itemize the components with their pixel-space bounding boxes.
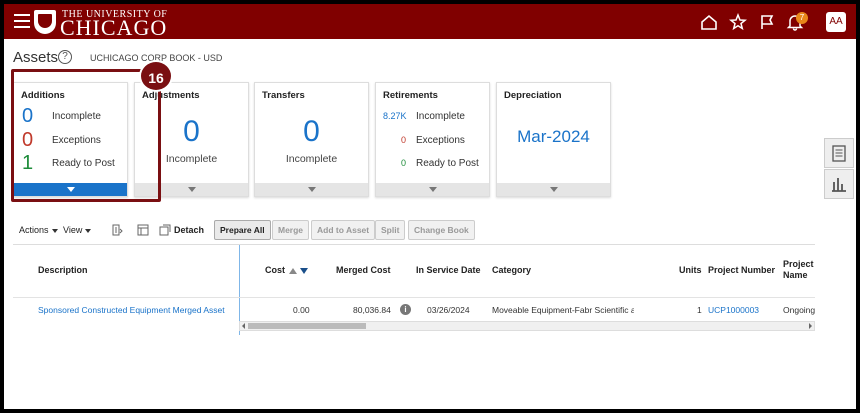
column-header-cost-label: Cost [265, 265, 285, 275]
asset-cost: 0.00 [293, 305, 310, 315]
asset-units: 1 [697, 305, 702, 315]
asset-description-link[interactable]: Sponsored Constructed Equipment Merged A… [38, 305, 225, 315]
asset-merged-cost: 80,036.84 [353, 305, 391, 315]
column-header-project-name[interactable]: Project Name [783, 259, 814, 281]
home-icon[interactable] [700, 13, 718, 31]
column-header-description[interactable]: Description [38, 265, 88, 275]
sort-arrows-icon[interactable] [288, 267, 310, 275]
column-header-category[interactable]: Category [492, 265, 531, 275]
add-to-asset-button[interactable]: Add to Asset [311, 220, 376, 240]
prepare-all-button[interactable]: Prepare All [214, 220, 271, 240]
retirements-ready-count: 0 [401, 158, 407, 168]
change-book-button[interactable]: Change Book [408, 220, 475, 240]
transfers-incomplete-count[interactable]: 0 [255, 115, 368, 149]
scrollbar-thumb[interactable] [248, 323, 366, 329]
document-icon [832, 145, 846, 162]
depreciation-card-title: Depreciation [504, 90, 562, 101]
caret-down-icon [85, 228, 92, 233]
depreciation-period[interactable]: Mar-2024 [497, 127, 610, 147]
export-icon[interactable] [111, 224, 123, 236]
depreciation-card-expand[interactable] [497, 183, 610, 196]
column-header-in-service-date[interactable]: In Service Date [416, 265, 481, 275]
transfers-card[interactable]: Transfers 0 Incomplete [254, 82, 369, 197]
side-panel-analytics-button[interactable] [824, 169, 854, 199]
view-menu-label: View [63, 225, 83, 235]
column-header-units[interactable]: Units [679, 265, 702, 275]
column-header-cost[interactable]: Cost [265, 265, 310, 275]
retirements-incomplete-label: Incomplete [416, 111, 465, 122]
menu-icon[interactable] [14, 14, 30, 28]
merge-button[interactable]: Merge [272, 220, 310, 240]
university-shield-logo [34, 10, 56, 34]
retirements-card-title: Retirements [383, 90, 438, 101]
info-icon[interactable]: i [400, 304, 411, 315]
star-icon[interactable] [729, 13, 747, 31]
help-icon[interactable]: ? [58, 50, 72, 64]
side-panel-list-button[interactable] [824, 138, 854, 168]
column-header-project-number[interactable]: Project Number [708, 265, 775, 275]
asset-in-service-date: 03/26/2024 [427, 305, 470, 315]
flag-icon[interactable] [758, 13, 776, 31]
asset-project-number-link[interactable]: UCP1000003 [708, 305, 759, 315]
detach-icon[interactable] [159, 224, 171, 236]
asset-project-name: Ongoing [783, 305, 816, 315]
retirements-exceptions-label: Exceptions [416, 135, 465, 146]
asset-category: Moveable Equipment-Fabr Scientific ar [492, 305, 634, 315]
split-button[interactable]: Split [375, 220, 406, 240]
column-header-merged-cost[interactable]: Merged Cost [336, 265, 391, 275]
step-highlight-box [11, 69, 161, 202]
notification-badge: 7 [796, 12, 808, 24]
caret-down-icon [51, 228, 58, 233]
chevron-down-icon [307, 187, 316, 192]
logo-line-2: CHICAGO [60, 15, 168, 40]
actions-menu[interactable]: Actions [19, 220, 58, 240]
chevron-down-icon [428, 187, 437, 192]
freeze-icon[interactable] [137, 224, 149, 236]
header-divider [13, 297, 815, 298]
retirements-card-expand[interactable] [376, 183, 489, 196]
scroll-left-icon[interactable] [241, 323, 247, 329]
actions-menu-label: Actions [19, 225, 49, 235]
transfers-card-expand[interactable] [255, 183, 368, 196]
view-menu[interactable]: View [63, 220, 92, 240]
transfers-card-title: Transfers [262, 90, 305, 101]
assets-table: Description Cost Merged Cost In Service … [13, 244, 816, 335]
chevron-down-icon [549, 187, 558, 192]
horizontal-scrollbar[interactable] [239, 321, 815, 331]
step-number-badge: 16 [139, 60, 173, 92]
retirements-card[interactable]: Retirements 8.27K Incomplete 0 Exception… [375, 82, 490, 197]
detach-button[interactable]: Detach [174, 220, 204, 240]
transfers-incomplete-label: Incomplete [285, 153, 338, 165]
retirements-ready-label: Ready to Post [416, 158, 479, 169]
page-title: Assets [13, 49, 59, 66]
scroll-right-icon[interactable] [807, 323, 813, 329]
chevron-down-icon [187, 187, 196, 192]
user-avatar[interactable]: AA [826, 12, 846, 32]
retirements-exceptions-count: 0 [401, 135, 407, 145]
bar-chart-icon [832, 178, 846, 192]
retirements-incomplete-count: 8.27K [383, 111, 407, 121]
global-header: THE UNIVERSITY OF CHICAGO 7 AA [4, 4, 856, 39]
depreciation-card[interactable]: Depreciation Mar-2024 [496, 82, 611, 197]
app-window: THE UNIVERSITY OF CHICAGO 7 AA Assets ? … [4, 4, 856, 409]
